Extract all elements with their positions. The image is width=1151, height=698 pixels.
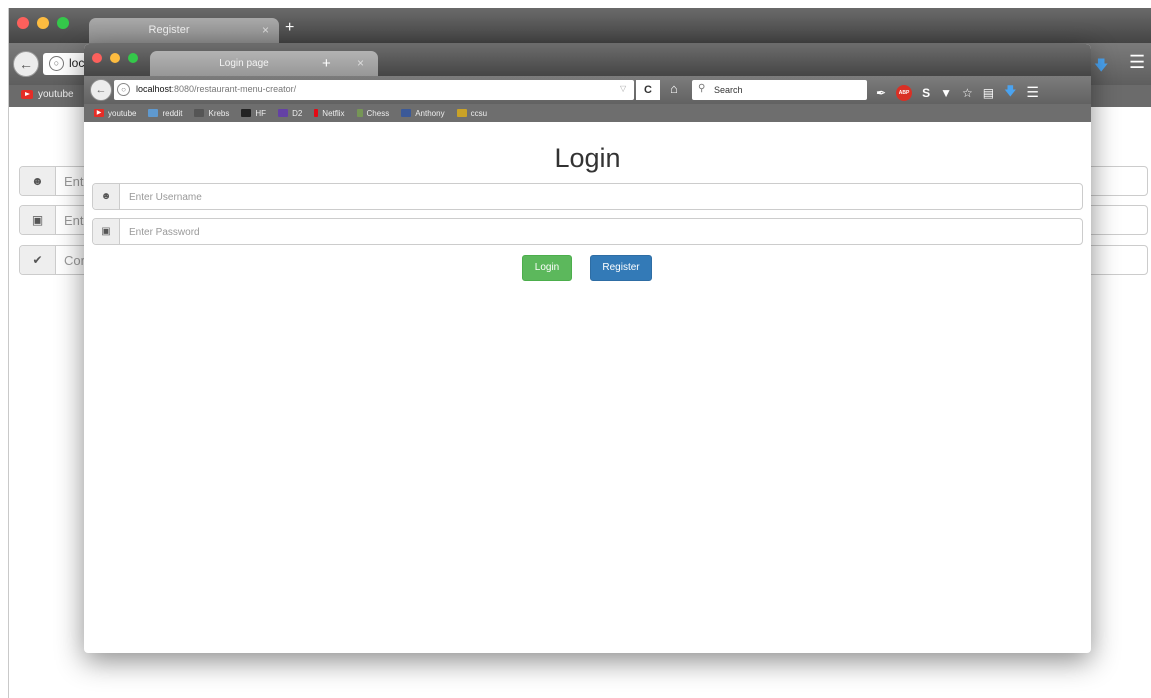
bookmark-label: ccsu bbox=[470, 108, 488, 118]
login-button[interactable]: Login bbox=[522, 255, 572, 281]
url-bar[interactable]: ○ localhost:8080/restaurant-menu-creator… bbox=[114, 80, 634, 100]
bookmark-chess[interactable]: Chess bbox=[356, 108, 390, 118]
url-host: localhost bbox=[136, 84, 172, 94]
adblock-icon[interactable]: ABP bbox=[896, 84, 913, 101]
ccsu-icon bbox=[456, 109, 467, 117]
bookmark-netflix[interactable]: Netflix bbox=[314, 108, 345, 118]
bookmark-label: reddit bbox=[162, 108, 183, 118]
hamburger-menu-icon[interactable]: ☰ bbox=[1129, 52, 1145, 73]
background-window-controls bbox=[17, 17, 69, 29]
download-arrow-icon[interactable]: 🡇 bbox=[1004, 82, 1016, 103]
minimize-window-icon[interactable] bbox=[37, 17, 49, 29]
login-browser-window: Login page × + ← ○ localhost:8080/restau… bbox=[84, 44, 1091, 653]
bookmark-label: D2 bbox=[292, 108, 303, 118]
wrench-icon[interactable]: ✒ bbox=[876, 86, 886, 100]
hamburger-menu-icon[interactable]: ☰ bbox=[1026, 84, 1039, 101]
username-input[interactable] bbox=[129, 189, 1069, 205]
checkmark-icon: ✔ bbox=[20, 246, 56, 274]
bookmark-krebs[interactable]: Krebs bbox=[194, 109, 229, 118]
star-bookmark-icon[interactable]: ☆ bbox=[962, 86, 973, 100]
search-icon: ⚲ bbox=[698, 83, 706, 94]
youtube-icon: ▶ bbox=[94, 109, 104, 117]
twitch-icon bbox=[278, 109, 289, 117]
bookmark-youtube[interactable]: ▶ youtube bbox=[94, 109, 136, 118]
new-tab-button[interactable]: + bbox=[285, 19, 294, 37]
back-arrow-icon[interactable]: ← bbox=[13, 51, 39, 77]
globe-icon: ○ bbox=[49, 56, 64, 71]
bookmark-d2[interactable]: D2 bbox=[278, 109, 302, 118]
bookmark-youtube[interactable]: youtube bbox=[21, 89, 74, 100]
maximize-window-icon[interactable] bbox=[128, 53, 138, 63]
bookmarks-bar: ▶ youtube reddit Krebs HF D2 Netflix Ches… bbox=[84, 104, 1091, 122]
toolbar-icons: ✒ ABP S ▼ ☆ ▤ 🡇 ☰ bbox=[876, 82, 1039, 103]
tab-title: Login page bbox=[219, 58, 269, 69]
user-icon: ☻ bbox=[93, 184, 120, 209]
bookmark-label: Anthony bbox=[415, 108, 445, 118]
search-placeholder: Search bbox=[714, 85, 743, 95]
navigation-bar: ← ○ localhost:8080/restaurant-menu-creat… bbox=[84, 76, 1091, 104]
youtube-icon bbox=[21, 90, 33, 99]
title-bar: Login page × + bbox=[84, 44, 1091, 76]
new-tab-button[interactable]: + bbox=[322, 55, 331, 72]
window-controls bbox=[92, 53, 138, 63]
bookmark-label: Krebs bbox=[208, 108, 230, 118]
bookmark-label: youtube bbox=[108, 108, 137, 118]
close-window-icon[interactable] bbox=[17, 17, 29, 29]
confirm-placeholder: Cor bbox=[64, 253, 85, 268]
s-extension-icon[interactable]: S bbox=[922, 86, 930, 100]
maximize-window-icon[interactable] bbox=[57, 17, 69, 29]
url-dropdown-icon[interactable]: ▽ bbox=[620, 84, 626, 93]
library-icon[interactable]: ▤ bbox=[983, 86, 994, 100]
password-field: ▣ bbox=[92, 218, 1083, 245]
bookmark-label: Chess bbox=[366, 108, 390, 118]
pocket-icon[interactable]: ▼ bbox=[940, 86, 952, 100]
user-icon: ☻ bbox=[20, 167, 56, 195]
tab-title: Register bbox=[148, 24, 190, 36]
lock-icon: ▣ bbox=[20, 206, 56, 234]
bookmark-hf[interactable]: HF bbox=[241, 109, 266, 118]
bookmark-label: Netflix bbox=[322, 108, 345, 118]
bookmark-label: HF bbox=[255, 108, 267, 118]
tab-register[interactable]: Register × bbox=[89, 18, 279, 43]
home-icon[interactable]: ⌂ bbox=[670, 81, 678, 96]
url-text: loc bbox=[69, 56, 85, 70]
globe-icon: ○ bbox=[117, 83, 130, 96]
reload-icon[interactable]: C bbox=[636, 80, 660, 100]
page-title: Login bbox=[554, 143, 621, 173]
minimize-window-icon[interactable] bbox=[110, 53, 120, 63]
hf-icon bbox=[241, 109, 252, 117]
password-input[interactable] bbox=[129, 224, 1069, 240]
close-tab-icon[interactable]: × bbox=[262, 23, 269, 37]
url-text: localhost:8080/restaurant-menu-creator/ bbox=[136, 84, 296, 94]
bookmark-label: youtube bbox=[38, 89, 74, 100]
tab-login-page[interactable]: Login page × bbox=[150, 51, 378, 76]
download-arrow-icon[interactable]: 🡇 bbox=[1094, 55, 1108, 79]
search-input[interactable]: ⚲ Search bbox=[692, 80, 867, 100]
bookmark-ccsu[interactable]: ccsu bbox=[456, 108, 488, 118]
background-title-bar: Register × + bbox=[9, 8, 1151, 43]
bookmark-anthony[interactable]: Anthony bbox=[401, 108, 445, 118]
netflix-icon bbox=[314, 109, 319, 117]
lock-icon: ▣ bbox=[93, 219, 120, 244]
close-tab-icon[interactable]: × bbox=[357, 56, 364, 70]
krebs-icon bbox=[194, 109, 205, 117]
reddit-icon bbox=[148, 109, 159, 117]
anthony-icon bbox=[401, 109, 412, 117]
url-path: :8080/restaurant-menu-creator/ bbox=[171, 84, 297, 94]
bookmark-reddit[interactable]: reddit bbox=[148, 109, 182, 118]
back-arrow-icon[interactable]: ← bbox=[90, 79, 112, 101]
register-button[interactable]: Register bbox=[590, 255, 652, 281]
close-window-icon[interactable] bbox=[92, 53, 102, 63]
username-field: ☻ bbox=[92, 183, 1083, 210]
chess-icon bbox=[356, 109, 363, 117]
